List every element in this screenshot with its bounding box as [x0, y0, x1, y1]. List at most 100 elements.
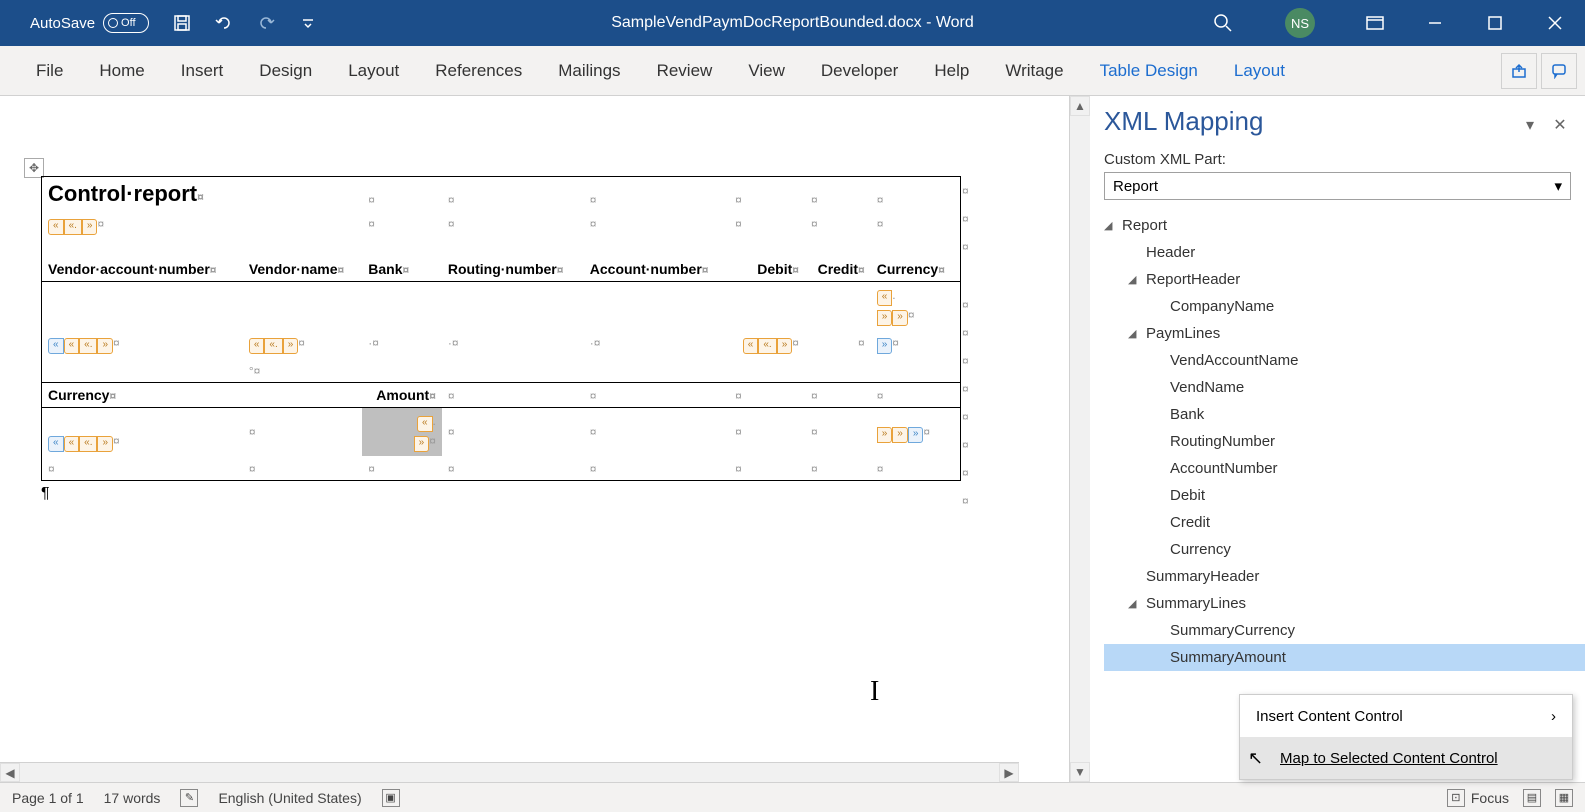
user-avatar[interactable]: NS: [1285, 8, 1315, 38]
view-print-icon[interactable]: ▦: [1555, 789, 1573, 807]
tree-debit[interactable]: Debit: [1104, 482, 1585, 509]
status-spellcheck-icon[interactable]: ✎: [180, 789, 198, 807]
tree-vend-account-name[interactable]: VendAccountName: [1104, 347, 1585, 374]
summary-repeat-close[interactable]: ¤: [871, 419, 961, 456]
tree-vend-name[interactable]: VendName: [1104, 374, 1585, 401]
paym-debit-cc[interactable]: .¤: [729, 330, 805, 358]
redo-icon[interactable]: [255, 12, 277, 34]
report-header-cc[interactable]: .¤: [42, 211, 363, 239]
paym-routing-cc[interactable]: ·¤: [442, 330, 584, 358]
summary-repeat-open[interactable]: .¤: [42, 408, 243, 457]
comments-icon[interactable]: [1541, 53, 1577, 89]
xml-part-select[interactable]: Report ▾: [1104, 172, 1571, 200]
tab-writage[interactable]: Writage: [987, 46, 1081, 96]
xml-pane-title: XML Mapping: [1104, 106, 1511, 137]
tab-file[interactable]: File: [18, 46, 81, 96]
paym-currency-cc-top[interactable]: .¤: [871, 282, 961, 331]
minimize-icon[interactable]: [1405, 0, 1465, 46]
hdr-routing[interactable]: Routing·number¤: [442, 257, 584, 282]
pane-close-icon[interactable]: ✕: [1549, 114, 1571, 136]
paym-account-cc[interactable]: ·¤: [584, 330, 729, 358]
tree-currency[interactable]: Currency: [1104, 536, 1585, 563]
tab-table-design[interactable]: Table Design: [1082, 46, 1216, 96]
paym-bank-cc[interactable]: ·¤: [362, 330, 442, 358]
document-canvas[interactable]: ✥ Control·report¤ ¤ ¤ ¤ ¤ ¤ ¤ .¤ ¤ ¤: [0, 96, 1070, 782]
tab-insert[interactable]: Insert: [163, 46, 242, 96]
menu-insert-content-control[interactable]: Insert Content Control ›: [1240, 695, 1572, 737]
autosave-toggle[interactable]: Off: [103, 13, 149, 33]
hdr-credit[interactable]: Credit¤: [805, 257, 871, 282]
hdr-vend-account[interactable]: Vendor·account·number¤: [42, 257, 243, 282]
autosave-label: AutoSave: [30, 15, 95, 32]
vertical-scrollbar[interactable]: ▲ ▼: [1070, 96, 1090, 782]
menu-map-to-selected[interactable]: ↖ Map to Selected Content Control: [1240, 737, 1572, 779]
tab-design[interactable]: Design: [241, 46, 330, 96]
tab-view[interactable]: View: [730, 46, 803, 96]
doc-title-cell[interactable]: Control·report¤: [42, 177, 363, 212]
tree-summary-header[interactable]: SummaryHeader: [1104, 563, 1585, 590]
tab-table-layout[interactable]: Layout: [1216, 46, 1303, 96]
ribbon-tabs: File Home Insert Design Layout Reference…: [0, 46, 1585, 96]
tab-layout[interactable]: Layout: [330, 46, 417, 96]
tree-credit[interactable]: Credit: [1104, 509, 1585, 536]
chevron-down-icon: ▾: [1554, 177, 1562, 195]
tab-home[interactable]: Home: [81, 46, 162, 96]
paym-repeat-close[interactable]: ¤: [871, 330, 961, 358]
title-bar: AutoSave Off SampleVendPaymDocReportBoun…: [0, 0, 1585, 46]
hdr-vend-name[interactable]: Vendor·name¤: [243, 257, 362, 282]
scroll-down-icon[interactable]: ▼: [1070, 762, 1090, 782]
status-words[interactable]: 17 words: [104, 790, 161, 806]
summary-amount-cc-selected[interactable]: .¤: [362, 408, 442, 457]
hdr-currency[interactable]: Currency¤: [871, 257, 961, 282]
tree-bank[interactable]: Bank: [1104, 401, 1585, 428]
cursor-icon: ↖: [1248, 748, 1263, 769]
maximize-icon[interactable]: [1465, 0, 1525, 46]
xml-part-label: Custom XML Part:: [1090, 141, 1585, 170]
status-language[interactable]: English (United States): [218, 790, 361, 806]
hdr-bank[interactable]: Bank¤: [362, 257, 442, 282]
paym-vendname-cc[interactable]: .¤: [243, 330, 362, 358]
status-focus[interactable]: ⊡Focus: [1447, 789, 1509, 807]
customize-qat-icon[interactable]: [297, 12, 319, 34]
tab-review[interactable]: Review: [639, 46, 731, 96]
document-title: SampleVendPaymDocReportBounded.docx - Wo…: [611, 14, 974, 32]
tab-developer[interactable]: Developer: [803, 46, 917, 96]
hdr-debit[interactable]: Debit¤: [729, 257, 805, 282]
tree-company-name[interactable]: CompanyName: [1104, 293, 1585, 320]
document-table: Control·report¤ ¤ ¤ ¤ ¤ ¤ ¤ .¤ ¤ ¤ ¤ ¤ ¤…: [41, 176, 961, 481]
tree-report[interactable]: ◢Report: [1104, 212, 1585, 239]
save-icon[interactable]: [171, 12, 193, 34]
ribbon-display-icon[interactable]: [1345, 0, 1405, 46]
search-icon[interactable]: [1211, 11, 1235, 35]
pane-options-icon[interactable]: ▾: [1519, 114, 1541, 136]
scroll-up-icon[interactable]: ▲: [1070, 96, 1090, 116]
view-read-icon[interactable]: ▤: [1523, 789, 1541, 807]
share-icon[interactable]: [1501, 53, 1537, 89]
user-initials: NS: [1291, 16, 1309, 31]
tree-routing-number[interactable]: RoutingNumber: [1104, 428, 1585, 455]
tree-summary-amount[interactable]: SummaryAmount: [1104, 644, 1585, 671]
tree-summary-currency[interactable]: SummaryCurrency: [1104, 617, 1585, 644]
horizontal-scrollbar[interactable]: ◀ ▶: [0, 762, 1019, 782]
tree-summary-lines[interactable]: ◢SummaryLines: [1104, 590, 1585, 617]
sum-hdr-amount[interactable]: Amount¤: [362, 383, 442, 408]
tab-references[interactable]: References: [417, 46, 540, 96]
tree-report-header[interactable]: ◢ReportHeader: [1104, 266, 1585, 293]
tree-header[interactable]: Header: [1104, 239, 1585, 266]
tab-mailings[interactable]: Mailings: [540, 46, 638, 96]
tab-help[interactable]: Help: [916, 46, 987, 96]
close-icon[interactable]: [1525, 0, 1585, 46]
undo-icon[interactable]: [213, 12, 235, 34]
status-page[interactable]: Page 1 of 1: [12, 790, 84, 806]
sum-hdr-currency[interactable]: Currency¤: [42, 383, 243, 408]
tree-account-number[interactable]: AccountNumber: [1104, 455, 1585, 482]
status-macros-icon[interactable]: ▣: [382, 789, 400, 807]
document-page: Control·report¤ ¤ ¤ ¤ ¤ ¤ ¤ .¤ ¤ ¤ ¤ ¤ ¤…: [5, 156, 989, 503]
hdr-account[interactable]: Account·number¤: [584, 257, 729, 282]
paym-repeat-open[interactable]: .¤: [42, 282, 243, 359]
tree-paym-lines[interactable]: ◢PaymLines: [1104, 320, 1585, 347]
scroll-left-icon[interactable]: ◀: [0, 763, 20, 782]
main-area: ✥ Control·report¤ ¤ ¤ ¤ ¤ ¤ ¤ .¤ ¤ ¤: [0, 96, 1585, 782]
scroll-right-icon[interactable]: ▶: [999, 763, 1019, 782]
paragraph-mark: ¶: [41, 485, 989, 503]
